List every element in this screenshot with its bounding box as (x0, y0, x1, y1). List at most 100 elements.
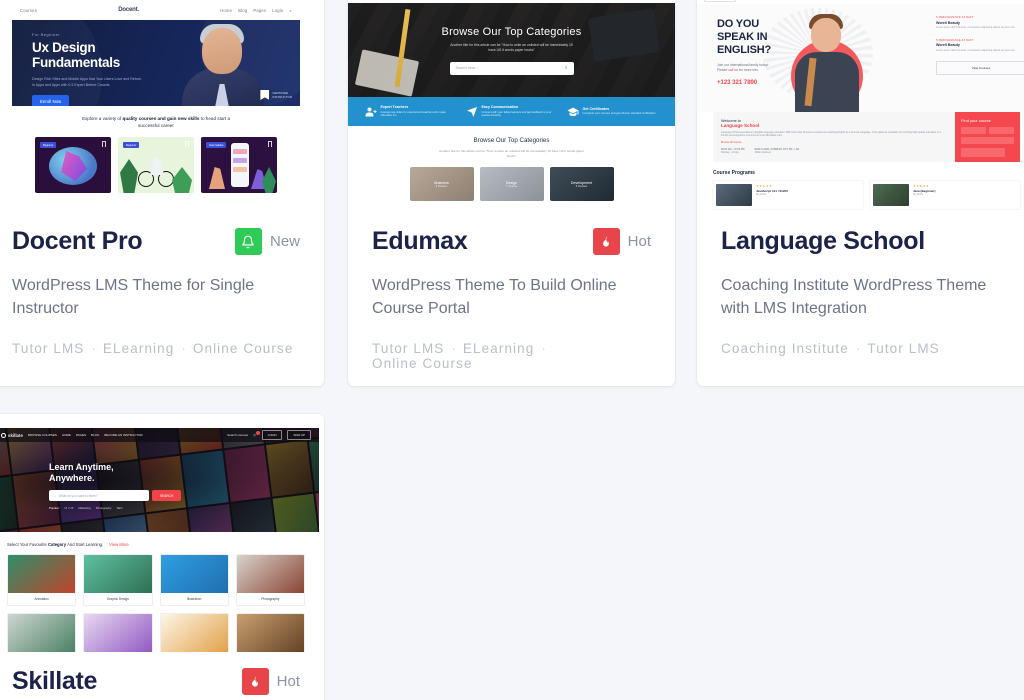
hero-title-line1: DO YOU (717, 18, 759, 30)
section-heading: Explore a variety of quality courses and… (76, 115, 236, 129)
feature-title: Expert Teachers (380, 105, 409, 110)
tag[interactable]: Tutor LMS (867, 341, 939, 356)
tag[interactable]: Coaching Institute (721, 341, 849, 356)
address-sub: 100km Address (754, 151, 771, 155)
theme-title[interactable]: Edumax (372, 227, 468, 256)
theme-thumbnail-docent-pro[interactable]: Courses Docent. Home Blog Pages Login ⌕ … (0, 0, 324, 210)
theme-tags: Tutor LMS · ELearning · Online Course (372, 341, 651, 371)
preview-hero: skillate BROWSE COURSES HOME PAGES BLOG … (0, 428, 319, 532)
preview-nav: Courses Docent. Home Blog Pages Login ⌕ (12, 0, 300, 20)
search-icon: ⌕ (564, 65, 568, 71)
theme-card-skillate[interactable]: skillate BROWSE COURSES HOME PAGES BLOG … (0, 414, 324, 700)
popular-tag: Marketing (78, 506, 91, 510)
tag[interactable]: ELearning (103, 341, 174, 356)
find-search-input (961, 137, 1014, 144)
theme-description: Coaching Institute WordPress Theme with … (721, 276, 987, 317)
hero-subtitle-line1: Join our international family today! (717, 63, 769, 67)
flame-icon (241, 668, 269, 696)
bookmark-icon (185, 141, 189, 147)
preview-nav-item: Blog (238, 7, 248, 13)
program-meta: By Author (913, 193, 924, 196)
theme-card-edumax[interactable]: Edumax Category Search Course ⌕ Home Cou… (348, 0, 675, 386)
hero-subtitle-line2: Please (717, 68, 729, 73)
hero-subtitle: Another title for this article can be "H… (450, 42, 573, 53)
theme-thumbnail-skillate[interactable]: skillate BROWSE COURSES HOME PAGES BLOG … (0, 414, 324, 652)
graduation-cap-icon (567, 107, 578, 116)
course-level-tag: Intermediate (206, 142, 227, 148)
preview-login-button: LOGIN (261, 430, 283, 440)
tag-separator: · (855, 340, 861, 356)
preview-nav-item: Login (272, 7, 284, 13)
category-card: Illustration (159, 554, 229, 606)
tag[interactable]: Tutor LMS (372, 341, 444, 356)
side-eyebrow: 5 PERFORMANCE AT DAFT (936, 38, 974, 42)
feature-desc: Connect with your fellow learners and ge… (481, 110, 552, 118)
badge-label: New (269, 233, 300, 251)
find-course-panel: Find your course (955, 112, 1020, 162)
preview-nav-item: HOME (61, 433, 71, 437)
section-heading: Select Your Favourite Category And Start… (7, 542, 305, 547)
theme-title[interactable]: Docent Pro (12, 227, 143, 256)
course-level-tag: Beginner (40, 142, 57, 148)
theme-title[interactable]: Language School (721, 227, 925, 256)
welcome-link: Browse All Course (721, 140, 742, 144)
tag[interactable]: Tutor LMS (12, 341, 84, 356)
program-meta: By Author (756, 193, 767, 196)
tag[interactable]: Online Course (372, 356, 473, 371)
category-card: Graphic Design (83, 554, 153, 606)
heading-pre: Explore a variety of (81, 116, 123, 121)
hero-search-button: SEARCH (152, 490, 182, 501)
theme-tags: Tutor LMS · ELearning · Online Course (12, 341, 300, 356)
preview-welcome-section: Welcome to Language School Language Scho… (713, 112, 1020, 162)
side-view-courses-button: View Courses (936, 61, 1024, 76)
category-card: Photography (235, 554, 305, 606)
theme-card-grid: Courses Docent. Home Blog Pages Login ⌕ … (0, 0, 1024, 700)
search-placeholder: What do you want to learn? (58, 493, 98, 498)
theme-card-docent-pro[interactable]: Courses Docent. Home Blog Pages Login ⌕ … (0, 0, 324, 386)
preview-courses-section: Explore a variety of quality courses and… (12, 106, 300, 193)
hero-title-line2: Fundamentals (32, 55, 120, 70)
popular-label: Popular: (49, 506, 60, 510)
tag-separator: · (451, 340, 456, 356)
programs-heading: Course Programs (713, 170, 755, 176)
feature-desc: Complete your courses and get industry s… (582, 112, 656, 116)
theme-title[interactable]: Skillate (12, 667, 97, 696)
certificate-icon (260, 90, 270, 100)
preview-logo: LANGUAGESCHOOL (704, 0, 736, 3)
cart-icon: 🛒 (253, 431, 260, 437)
heading-pre: Select Your Favourite (7, 542, 48, 547)
course-thumb: Beginner (35, 137, 111, 193)
feature-item: Get Certificates Complete your courses an… (567, 106, 659, 118)
paper-plane-icon (466, 106, 477, 117)
category-name: Graphic Design (106, 597, 129, 601)
theme-thumbnail-edumax[interactable]: Edumax Category Search Course ⌕ Home Cou… (348, 0, 675, 210)
preview-hero: For Beginner Ux Design Fundamentals Desi… (12, 20, 300, 106)
hero-title-line1: Learn Anytime, (49, 462, 114, 472)
feature-title: Easy Communication (481, 105, 519, 110)
hero-enroll-button: Enroll Now (32, 95, 70, 106)
tag[interactable]: ELearning (463, 341, 534, 356)
theme-card-language-school[interactable]: LANGUAGESCHOOL HOME ADMISSION COURSES WH… (697, 0, 1024, 386)
heading-bold: Category (47, 542, 67, 547)
tag-separator: · (181, 340, 186, 356)
category-count: 7 Courses (505, 184, 518, 188)
category-name: Photography (261, 597, 280, 601)
rating-stars: ★★★★★ (756, 184, 773, 188)
certified-instructor-badge: CERTIFIED INSTRUCTOR (260, 90, 292, 100)
hours-sub: Monday – Friday (721, 151, 739, 155)
category-card: Design 7 Courses (479, 167, 544, 202)
preview-signup-button: SIGN UP (287, 430, 311, 440)
theme-thumbnail-language-school[interactable]: LANGUAGESCHOOL HOME ADMISSION COURSES WH… (697, 0, 1024, 210)
popular-tag: SEO (116, 506, 123, 510)
preview-nav-courses: Courses (20, 7, 37, 13)
preview-programs-section: Course Programs ★★★★★ JavaScript 101 / $1… (697, 162, 1024, 209)
category-name: Animation (34, 597, 49, 601)
hero-call-link: call us (728, 68, 738, 73)
theme-description: WordPress LMS Theme for Single Instructo… (12, 276, 255, 317)
preview-nav-item: BROWSE COURSES (27, 433, 57, 437)
status-badge: Hot (241, 668, 300, 696)
tag[interactable]: Online Course (193, 341, 294, 356)
hero-search-input: ⌕ What do you want to learn? (49, 490, 149, 501)
heading-post: And Start Learning. (66, 542, 104, 547)
preview-hero: Browse Our Top Categories Another title … (348, 3, 675, 97)
